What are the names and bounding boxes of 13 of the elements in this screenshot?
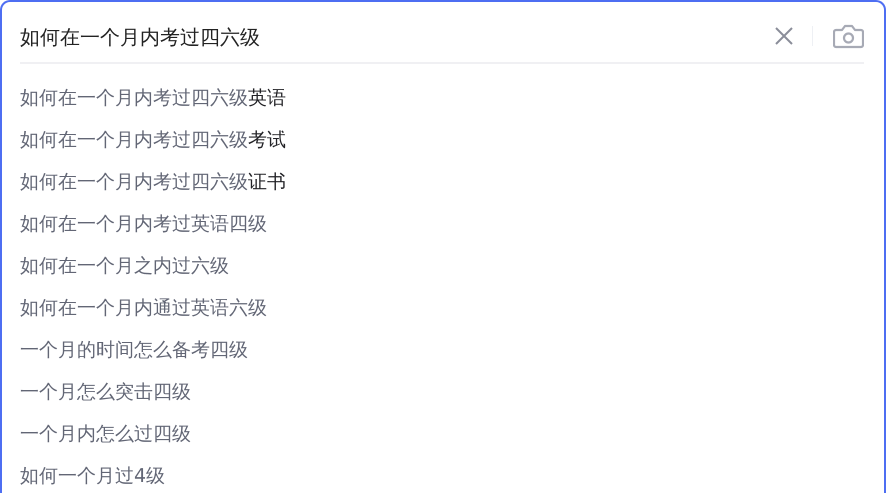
close-icon[interactable] <box>774 26 794 46</box>
suggestion-item[interactable]: 如何在一个月内考过四六级考试 <box>20 127 286 153</box>
suggestion-item[interactable]: 一个月内怎么过四级 <box>20 421 191 447</box>
suggestion-item[interactable]: 如何一个月过4级 <box>20 463 166 489</box>
suggestion-item[interactable]: 如何在一个月之内过六级 <box>20 253 229 279</box>
suggestion-item[interactable]: 如何在一个月内考过四六级英语 <box>20 85 286 111</box>
suggestion-item[interactable]: 一个月的时间怎么备考四级 <box>20 337 248 363</box>
suggestion-item[interactable]: 一个月怎么突击四级 <box>20 379 191 405</box>
suggestion-item[interactable]: 如何在一个月内通过英语六级 <box>20 295 267 321</box>
suggestion-item[interactable]: 如何在一个月内考过英语四级 <box>20 211 267 237</box>
suggestion-item[interactable]: 如何在一个月内考过四六级证书 <box>20 169 286 195</box>
search-field[interactable]: 如何在一个月内考过四六级 <box>20 22 774 52</box>
camera-icon[interactable] <box>833 23 864 49</box>
